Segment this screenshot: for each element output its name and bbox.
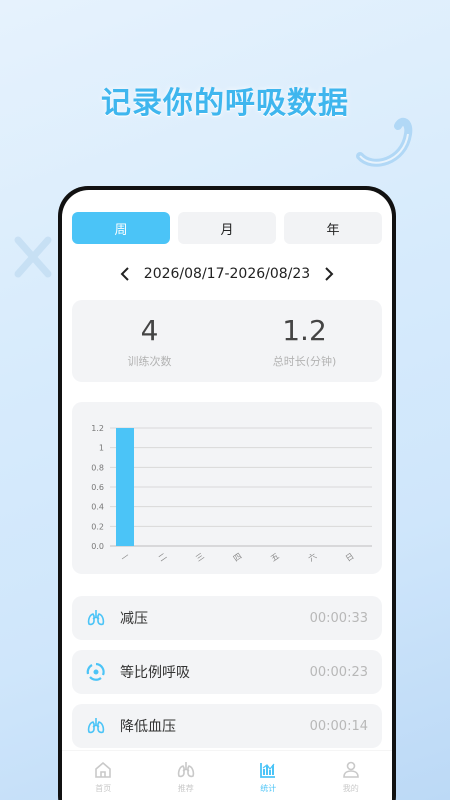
record-time: 00:00:14 — [309, 718, 368, 734]
summary-card: 4 训练次数 1.2 总时长(分钟) — [72, 300, 382, 382]
nav-home[interactable]: 首页 — [62, 751, 145, 800]
total-duration-label: 总时长(分钟) — [272, 354, 337, 368]
phone-frame: 周 月 年 2026/08/17-2026/08/23 4 训练次数 1.2 总… — [58, 186, 396, 800]
tab-week[interactable]: 周 — [72, 212, 170, 244]
bottom-navigation: 首页 推荐 统计 我的 — [62, 750, 392, 800]
x-decoration-icon — [14, 236, 52, 278]
nav-home-label: 首页 — [95, 783, 112, 793]
nav-recommend-label: 推荐 — [177, 783, 194, 793]
record-time: 00:00:33 — [309, 610, 368, 626]
weekly-chart-card: 0.0 0.2 0.4 0.6 0.8 1 1.2 一 二 三 四 五 六 日 — [72, 402, 382, 574]
x-tick-label: 四 — [232, 551, 244, 563]
weekly-bar-chart: 0.0 0.2 0.4 0.6 0.8 1 1.2 一 二 三 四 五 六 日 — [91, 424, 372, 564]
profile-icon — [342, 761, 359, 778]
chevron-right-icon[interactable] — [324, 267, 334, 281]
chart-icon — [260, 762, 276, 778]
list-item[interactable]: 降低血压 00:00:14 — [72, 704, 382, 748]
y-tick-label: 0.4 — [91, 503, 104, 512]
home-icon — [95, 761, 112, 778]
session-count-value: 4 — [140, 313, 159, 347]
x-tick-label: 五 — [269, 551, 281, 563]
list-item[interactable]: 减压 00:00:33 — [72, 596, 382, 640]
bar — [116, 428, 134, 546]
x-tick-label: 一 — [119, 551, 131, 563]
lungs-icon — [87, 718, 105, 734]
x-tick-label: 日 — [344, 551, 356, 563]
record-name: 等比例呼吸 — [120, 665, 190, 681]
date-navigator: 2026/08/17-2026/08/23 — [62, 262, 392, 286]
chevron-left-icon[interactable] — [120, 267, 130, 281]
y-tick-label: 0.0 — [91, 542, 104, 551]
date-range: 2026/08/17-2026/08/23 — [143, 266, 311, 282]
x-tick-label: 三 — [194, 551, 206, 563]
total-duration-value: 1.2 — [282, 313, 327, 347]
record-list: 减压 00:00:33 等比例呼吸 00:00:23 降低血压 00:00:14 — [72, 596, 382, 758]
y-tick-label: 0.2 — [91, 522, 104, 531]
nav-profile-label: 我的 — [342, 783, 359, 793]
session-count-stat: 4 训练次数 — [72, 300, 227, 382]
tab-year[interactable]: 年 — [284, 212, 382, 244]
y-tick-label: 1 — [99, 444, 104, 453]
tab-month[interactable]: 月 — [178, 212, 276, 244]
total-duration-stat: 1.2 总时长(分钟) — [227, 300, 382, 382]
y-tick-label: 0.8 — [91, 463, 104, 472]
x-tick-label: 六 — [306, 551, 318, 564]
x-tick-label: 二 — [157, 551, 169, 563]
nav-statistics-label: 统计 — [260, 783, 277, 793]
record-name: 减压 — [120, 611, 148, 627]
nav-statistics[interactable]: 统计 — [227, 751, 310, 800]
lungs-icon — [177, 761, 194, 777]
cycle-icon — [86, 662, 105, 681]
period-tabs: 周 月 年 — [72, 212, 382, 244]
phone-screen: 周 月 年 2026/08/17-2026/08/23 4 训练次数 1.2 总… — [62, 190, 392, 800]
y-tick-label: 0.6 — [91, 483, 104, 492]
y-tick-label: 1.2 — [91, 424, 104, 433]
ribbon-decoration-icon — [356, 117, 413, 167]
lungs-icon — [87, 610, 105, 626]
record-time: 00:00:23 — [309, 664, 368, 680]
list-item[interactable]: 等比例呼吸 00:00:23 — [72, 650, 382, 694]
session-count-label: 训练次数 — [127, 354, 172, 368]
nav-recommend[interactable]: 推荐 — [145, 751, 228, 800]
record-name: 降低血压 — [120, 719, 176, 735]
nav-profile[interactable]: 我的 — [310, 751, 393, 800]
